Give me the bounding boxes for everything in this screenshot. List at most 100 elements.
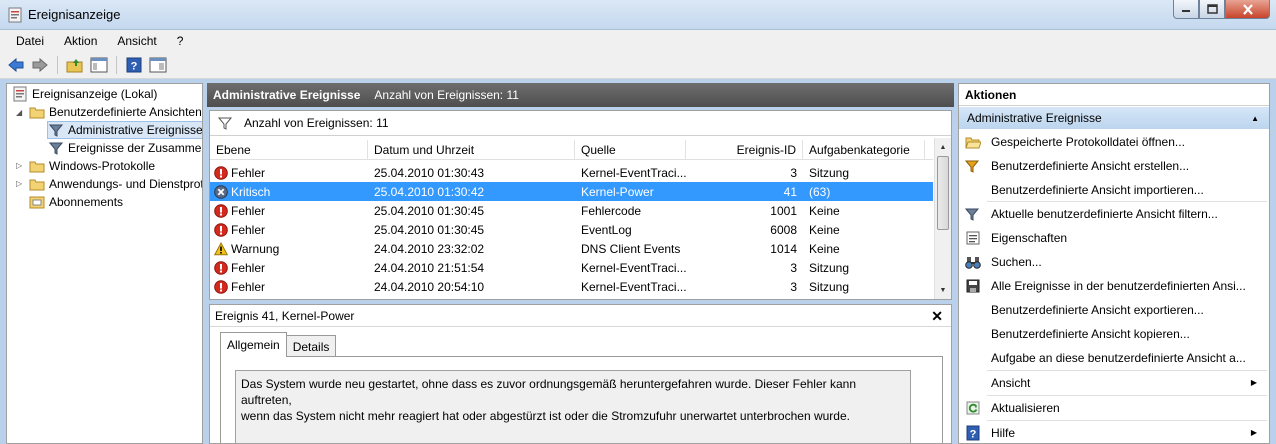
view-title: Administrative Ereignisse <box>213 88 361 102</box>
table-row[interactable]: Fehler 25.04.2010 01:30:45 EventLog 6008 Kei… <box>210 220 933 239</box>
cell-id: 3 <box>686 280 803 294</box>
cell-text: 3 <box>790 279 797 294</box>
column-event-id[interactable]: Ereignis-ID <box>686 140 803 160</box>
svg-text:?: ? <box>131 61 138 73</box>
cell-category: Sitzung <box>803 166 925 180</box>
cell-text: Fehler <box>231 260 266 275</box>
cell-level: Fehler <box>210 223 368 237</box>
show-hide-tree-button[interactable] <box>89 55 109 75</box>
table-row[interactable]: Warnung 24.04.2010 23:32:02 DNS Client Eve… <box>210 239 933 258</box>
collapse-arrow-icon[interactable]: ◢ <box>16 108 25 117</box>
cell-text: Keine <box>809 222 840 237</box>
cell-text: Sitzung <box>809 260 850 275</box>
action-item[interactable]: Aufgabe an diese benutzerdefinierte Ansi… <box>959 347 1269 369</box>
vertical-scrollbar[interactable]: ▲ ▼ <box>934 138 951 299</box>
error-icon <box>214 165 231 180</box>
show-hide-action-pane-button[interactable] <box>148 55 168 75</box>
scroll-up-arrow-icon[interactable]: ▲ <box>935 140 951 154</box>
event-viewer-icon <box>12 86 28 102</box>
actions-section-header[interactable]: Administrative Ereignisse ▲ <box>959 107 1269 129</box>
action-item[interactable]: Aktuelle benutzerdefinierte Ansicht filt… <box>959 203 1269 225</box>
expand-arrow-icon[interactable]: ▷ <box>16 179 25 188</box>
expand-arrow-icon[interactable]: ▷ <box>16 161 25 170</box>
action-label: Hilfe <box>991 426 1016 440</box>
action-item[interactable]: Benutzerdefinierte Ansicht kopieren... <box>959 323 1269 345</box>
table-row[interactable]: Fehler 24.04.2010 20:54:10 Kernel-EventTra… <box>210 277 933 296</box>
tree-item-app-service-logs[interactable]: Anwendungs- und Dienstprotokolle <box>29 175 202 193</box>
table-row[interactable]: Fehler 25.04.2010 01:30:43 Kernel-EventTra… <box>210 163 933 182</box>
cell-text: Kernel-EventTraci... <box>581 279 686 294</box>
tree-item-root[interactable]: Ereignisanzeige (Lokal) <box>12 85 157 103</box>
cell-id: 6008 <box>686 223 803 237</box>
column-source[interactable]: Quelle <box>575 140 686 160</box>
cell-text: Fehlercode <box>581 203 642 218</box>
up-folder-button[interactable] <box>65 55 85 75</box>
collapse-up-icon[interactable]: ▲ <box>1251 114 1259 123</box>
action-label: Aktualisieren <box>991 401 1060 415</box>
close-detail-icon[interactable]: ✕ <box>931 308 943 325</box>
tab-general[interactable]: Allgemein <box>220 332 287 357</box>
tab-details[interactable]: Details <box>285 335 337 357</box>
cell-date: 25.04.2010 01:30:45 <box>368 204 575 218</box>
back-button[interactable] <box>6 55 26 75</box>
action-item[interactable]: Ansicht ▶ <box>959 372 1269 394</box>
forward-button[interactable] <box>30 55 50 75</box>
cell-text: 6008 <box>770 222 797 237</box>
menu-view[interactable]: Ansicht <box>107 34 166 48</box>
cell-date: 24.04.2010 21:51:54 <box>368 261 575 275</box>
critical-icon <box>214 184 231 199</box>
help-button[interactable]: ? <box>124 55 144 75</box>
toolbar-separator <box>116 56 117 74</box>
column-task-category[interactable]: Aufgabenkategorie <box>803 140 925 160</box>
action-item[interactable]: Benutzerdefinierte Ansicht importieren..… <box>959 179 1269 201</box>
close-button[interactable] <box>1225 0 1270 19</box>
action-item[interactable]: Benutzerdefinierte Ansicht exportieren..… <box>959 299 1269 321</box>
cell-text: 3 <box>790 165 797 180</box>
cell-source: Kernel-EventTraci... <box>575 261 686 275</box>
tree-item-admin-events[interactable]: Administrative Ereignisse <box>47 121 203 139</box>
action-item[interactable]: Suchen... <box>959 251 1269 273</box>
cell-level: Warnung <box>210 241 368 256</box>
menu-file[interactable]: Datei <box>6 34 54 48</box>
cell-text: Fehler <box>231 203 266 218</box>
tree-item-subscriptions[interactable]: Abonnements <box>29 193 123 211</box>
table-row[interactable]: Kritisch 25.04.2010 01:30:42 Kernel-Power 4… <box>210 182 933 201</box>
menu-help[interactable]: ? <box>167 34 194 48</box>
event-rows: Fehler 25.04.2010 01:30:43 Kernel-EventTra… <box>210 163 933 296</box>
filter-icon <box>965 206 981 222</box>
action-label: Eigenschaften <box>991 231 1068 245</box>
action-item[interactable]: Gespeicherte Protokolldatei öffnen... <box>959 131 1269 153</box>
table-row[interactable]: Fehler 24.04.2010 21:51:54 Kernel-EventTra… <box>210 258 933 277</box>
cell-id: 1001 <box>686 204 803 218</box>
column-datetime[interactable]: Datum und Uhrzeit <box>368 140 575 160</box>
tab-content: Das System wurde neu gestartet, ohne das… <box>220 356 943 443</box>
action-item[interactable]: Benutzerdefinierte Ansicht erstellen... <box>959 155 1269 177</box>
scroll-thumb[interactable] <box>937 156 949 230</box>
action-label: Benutzerdefinierte Ansicht exportieren..… <box>991 303 1204 317</box>
filter-create-icon <box>965 158 981 174</box>
maximize-button[interactable] <box>1199 0 1225 19</box>
column-level[interactable]: Ebene <box>210 140 368 160</box>
menu-action[interactable]: Aktion <box>54 34 107 48</box>
event-viewer-icon <box>8 7 22 23</box>
console-tree: Ereignisanzeige (Lokal) ◢ Benutzerdefini… <box>6 83 203 444</box>
cell-text: 24.04.2010 21:51:54 <box>374 260 485 275</box>
action-item[interactable]: ? Hilfe ▶ <box>959 422 1269 443</box>
cell-category: (63) <box>803 185 925 199</box>
action-item[interactable]: Aktualisieren <box>959 397 1269 419</box>
tree-item-windows-logs[interactable]: Windows-Protokolle <box>29 157 155 175</box>
tree-label: Administrative Ereignisse <box>68 123 203 137</box>
tree-item-summary-events[interactable]: Ereignisse der Zusammenfassung <box>48 139 202 157</box>
scroll-down-arrow-icon[interactable]: ▼ <box>935 283 951 297</box>
action-label: Benutzerdefinierte Ansicht kopieren... <box>991 327 1190 341</box>
action-item[interactable]: Eigenschaften <box>959 227 1269 249</box>
warning-icon <box>214 241 231 256</box>
event-description[interactable]: Das System wurde neu gestartet, ohne das… <box>235 370 911 443</box>
action-item[interactable]: Alle Ereignisse in der benutzerdefiniert… <box>959 275 1269 297</box>
minimize-button[interactable] <box>1173 0 1199 19</box>
cell-text: Sitzung <box>809 165 850 180</box>
cell-text: 24.04.2010 23:32:02 <box>374 241 485 256</box>
tree-item-custom-views[interactable]: Benutzerdefinierte Ansichten <box>29 103 202 121</box>
cell-text: Kritisch <box>231 184 271 199</box>
table-row[interactable]: Fehler 25.04.2010 01:30:45 Fehlercode 1001 K… <box>210 201 933 220</box>
